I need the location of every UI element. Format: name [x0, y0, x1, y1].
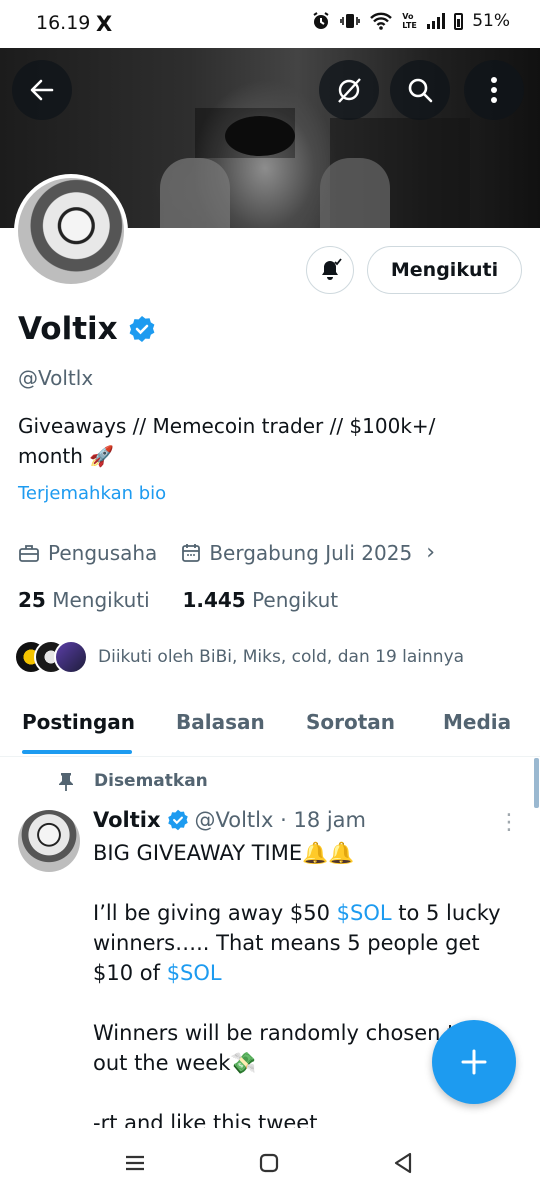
- tab-highlights[interactable]: Sorotan: [306, 710, 395, 734]
- tab-posts[interactable]: Postingan: [22, 710, 135, 734]
- arrow-left-icon: [30, 79, 54, 101]
- compose-button[interactable]: [432, 1020, 516, 1104]
- back-nav-icon[interactable]: [393, 1152, 413, 1174]
- profile-bio: Giveaways // Memecoin trader // $100k+/ …: [18, 414, 436, 468]
- followers-link[interactable]: 1.445 Pengikut: [182, 588, 338, 612]
- status-time: 16.19: [36, 12, 91, 34]
- grok-icon: [338, 78, 361, 103]
- pinned-label: Disematkan: [58, 771, 208, 791]
- profile-name-row: Voltix: [18, 311, 156, 347]
- search-icon: [408, 78, 433, 103]
- profile-name: Voltix: [18, 311, 118, 347]
- translate-bio-link[interactable]: Terjemahkan bio: [18, 483, 166, 504]
- post-author-name[interactable]: Voltix: [93, 808, 161, 832]
- profile-category: Pengusaha: [48, 540, 158, 565]
- signal-icon: [427, 13, 446, 29]
- battery-level: 51%: [472, 11, 510, 31]
- profile-handle: @Voltlx: [18, 366, 94, 390]
- more-options-button[interactable]: [464, 60, 524, 120]
- active-tab-indicator: [22, 750, 132, 754]
- wifi-icon: [370, 12, 393, 30]
- profile-tabs: Postingan Balasan Sorotan Media: [0, 700, 540, 757]
- profile-meta: Pengusaha Bergabung Juli 2025 ›: [18, 540, 435, 565]
- verified-badge-icon: [129, 316, 155, 342]
- followed-by-text: Diikuti oleh BiBi, Miks, cold, dan 19 la…: [98, 647, 465, 667]
- system-nav-bar: [0, 1128, 540, 1200]
- plus-icon: [461, 1049, 487, 1075]
- status-icons: Vo LTE 51%: [311, 11, 510, 31]
- tab-media[interactable]: Media: [443, 710, 511, 734]
- volte-indicator: Vo LTE: [402, 12, 417, 30]
- briefcase-icon: [19, 544, 39, 562]
- vibrate-icon: [340, 14, 361, 28]
- cashtag-link[interactable]: $SOL: [167, 961, 222, 985]
- post-author-avatar[interactable]: [18, 810, 80, 872]
- recent-apps-icon[interactable]: [124, 1154, 146, 1172]
- status-bar: 16.19 X Vo LTE 51%: [0, 0, 540, 48]
- search-button[interactable]: [390, 60, 450, 120]
- post-more-icon[interactable]: ⋮: [498, 810, 520, 835]
- calendar-icon: [182, 543, 201, 562]
- profile-avatar[interactable]: [14, 174, 128, 288]
- following-button[interactable]: Mengikuti: [367, 246, 522, 294]
- alarm-icon: [313, 12, 329, 29]
- pin-icon: [59, 773, 73, 791]
- following-link[interactable]: 25 Mengikuti: [18, 588, 150, 612]
- tab-replies[interactable]: Balasan: [176, 710, 265, 734]
- home-icon[interactable]: [259, 1153, 279, 1173]
- battery-icon: [454, 12, 464, 30]
- verified-badge-icon: [167, 809, 188, 831]
- followed-by-row[interactable]: Diikuti oleh BiBi, Miks, cold, dan 19 la…: [14, 640, 464, 674]
- follower-avatar: [54, 640, 88, 674]
- join-date[interactable]: Bergabung Juli 2025: [209, 541, 412, 565]
- chevron-right-icon[interactable]: ›: [426, 540, 435, 565]
- back-button[interactable]: [12, 60, 72, 120]
- more-vertical-icon: [491, 77, 497, 103]
- grok-button[interactable]: [319, 60, 379, 120]
- x-logo-icon: X: [96, 12, 113, 36]
- bell-icon: [322, 258, 342, 280]
- post-header: Voltix @Voltlx · 18 jam: [93, 808, 366, 832]
- post-meta: @Voltlx · 18 jam: [194, 808, 367, 832]
- follow-counts: 25 Mengikuti 1.445 Pengikut: [18, 588, 338, 612]
- notifications-button[interactable]: [306, 246, 354, 294]
- scrollbar[interactable]: [534, 758, 539, 808]
- cashtag-link[interactable]: $SOL: [337, 901, 392, 925]
